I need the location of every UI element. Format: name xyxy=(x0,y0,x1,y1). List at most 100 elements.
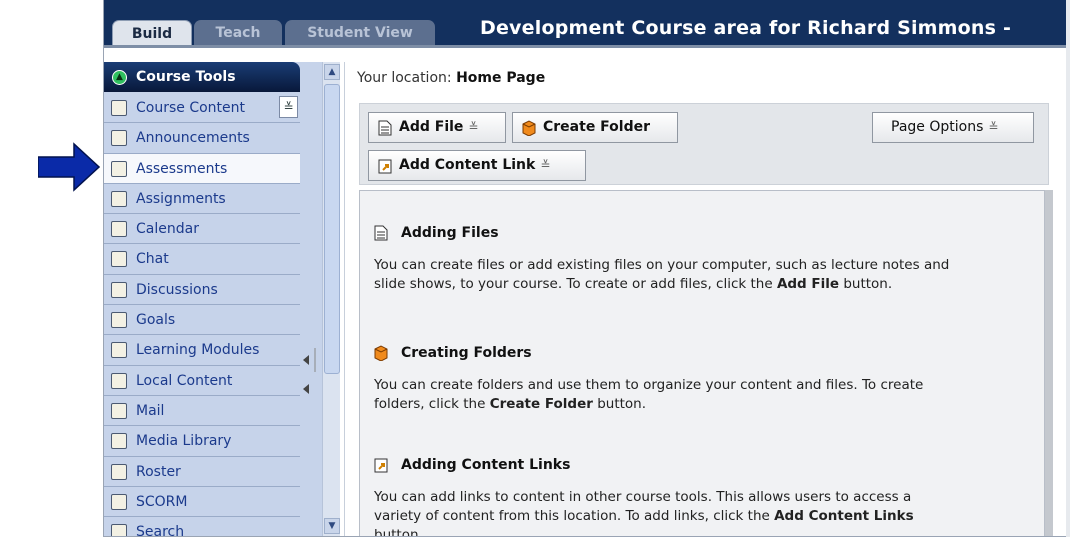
lms-window: Build Teach Student View Development Cou… xyxy=(103,0,1070,537)
content-scrollbar[interactable] xyxy=(1045,190,1053,536)
location-value[interactable]: Home Page xyxy=(456,70,545,86)
search-icon xyxy=(111,524,127,536)
sidebar-item-media-library[interactable]: Media Library xyxy=(104,426,300,457)
breadcrumb: Your location: Home Page xyxy=(357,70,545,86)
sidebar-item-label: Discussions xyxy=(136,281,218,298)
section-creating-folders: Creating Folders You can create folders … xyxy=(374,342,954,414)
calendar-icon xyxy=(111,221,127,238)
scroll-up-icon[interactable]: ▲ xyxy=(324,64,340,80)
assignment-icon xyxy=(111,190,127,207)
sidebar-item-search[interactable]: Search xyxy=(104,517,300,537)
sidebar-item-assignments[interactable]: Assignments xyxy=(104,183,300,215)
collapse-sidebar-handle-icon[interactable] xyxy=(300,340,322,400)
sidebar-item-goals[interactable]: Goals xyxy=(104,305,300,336)
window-edge-scrollbar[interactable] xyxy=(1066,0,1070,537)
sidebar-item-label: Assessments xyxy=(136,160,228,177)
location-prefix: Your location: xyxy=(357,70,452,86)
home-icon xyxy=(111,100,127,116)
sidebar-item-course-content[interactable]: Course Content ≚ xyxy=(104,93,300,124)
create-folder-button[interactable]: Create Folder xyxy=(512,112,678,143)
sidebar-item-label: SCORM xyxy=(136,493,188,510)
sidebar-item-label: Announcements xyxy=(136,130,250,147)
sidebar-item-learning-modules[interactable]: Learning Modules xyxy=(104,335,300,366)
top-navigation-bar: Build Teach Student View Development Cou… xyxy=(104,0,1070,48)
sidebar-item-label: Mail xyxy=(136,402,165,419)
page-options-button[interactable]: Page Options ≚ xyxy=(872,112,1034,143)
section-description: You can add links to content in other co… xyxy=(374,488,954,537)
sidebar-item-label: Learning Modules xyxy=(136,342,260,359)
chevron-down-icon[interactable]: ≚ xyxy=(279,96,298,118)
course-tools-header[interactable]: ▲ Course Tools xyxy=(104,62,300,92)
mail-icon xyxy=(111,402,127,419)
dropdown-caret-icon: ≚ xyxy=(988,120,999,134)
course-tools-title: Course Tools xyxy=(136,69,236,85)
add-content-link-label: Add Content Link xyxy=(399,157,536,173)
annotation-arrow-icon xyxy=(38,142,100,192)
section-description: You can create files or add existing fil… xyxy=(374,256,954,294)
main-content-area: Your location: Home Page Add File ≚ Creat… xyxy=(344,62,1070,537)
sidebar-item-label: Search xyxy=(136,524,185,537)
sidebar-item-calendar[interactable]: Calendar xyxy=(104,214,300,245)
sidebar-item-scorm[interactable]: SCORM xyxy=(104,486,300,518)
section-title: Adding Files xyxy=(374,222,954,246)
collapse-up-icon[interactable]: ▲ xyxy=(112,70,127,85)
section-tail: button. xyxy=(839,276,893,292)
sidebar-item-label: Goals xyxy=(136,312,176,329)
chat-icon xyxy=(111,251,127,268)
section-strong: Add File xyxy=(776,276,840,292)
tab-student-view[interactable]: Student View xyxy=(285,20,435,45)
file-icon xyxy=(374,225,388,241)
section-title: Adding Content Links xyxy=(374,454,954,478)
scroll-down-icon[interactable]: ▼ xyxy=(324,518,340,534)
media-icon xyxy=(111,433,127,450)
disc-icon xyxy=(111,372,127,389)
sidebar-item-discussions[interactable]: Discussions xyxy=(104,274,300,306)
course-tools-sidebar: ▲ Course Tools Course Content ≚ Announceme… xyxy=(104,62,322,537)
pin-icon xyxy=(111,281,127,298)
sidebar-item-label: Chat xyxy=(136,251,169,268)
folder-icon xyxy=(522,120,536,136)
sidebar-item-label: Course Content xyxy=(136,100,246,116)
section-description: You can create folders and use them to o… xyxy=(374,376,954,414)
section-title-text: Adding Files xyxy=(401,225,499,241)
section-tail: button. xyxy=(374,527,423,537)
dropdown-caret-icon: ≚ xyxy=(468,120,479,134)
sidebar-scrollbar[interactable]: ▲ ▼ xyxy=(322,62,340,536)
add-content-link-button[interactable]: Add Content Link ≚ xyxy=(368,150,586,181)
tab-build[interactable]: Build xyxy=(112,20,192,45)
add-file-button[interactable]: Add File ≚ xyxy=(368,112,506,143)
dropdown-caret-icon: ≚ xyxy=(540,158,551,172)
sidebar-item-roster[interactable]: Roster xyxy=(104,456,300,487)
scrollbar-thumb[interactable] xyxy=(324,84,340,374)
people-icon xyxy=(111,463,127,480)
sidebar-item-announcements[interactable]: Announcements xyxy=(104,123,300,154)
section-strong: Create Folder xyxy=(489,396,593,412)
sidebar-item-mail[interactable]: Mail xyxy=(104,395,300,427)
create-folder-label: Create Folder xyxy=(543,119,651,135)
sidebar-item-label: Roster xyxy=(136,463,181,480)
module-icon xyxy=(111,342,127,359)
tab-teach[interactable]: Teach xyxy=(194,20,282,45)
sidebar-item-assessments[interactable]: Assessments xyxy=(104,153,300,184)
section-title: Creating Folders xyxy=(374,342,954,366)
scorm-icon xyxy=(111,493,127,510)
link-icon xyxy=(378,159,392,174)
add-file-label: Add File xyxy=(399,119,464,135)
tool-list: Course Content ≚ Announcements Assessments A… xyxy=(104,93,300,537)
folder-icon xyxy=(374,345,388,361)
page-options-label: Page Options xyxy=(891,119,984,135)
file-icon xyxy=(378,120,392,136)
section-text: You can create folders and use them to o… xyxy=(374,377,924,412)
section-tail: button. xyxy=(592,396,647,412)
course-title: Development Course area for Richard Simm… xyxy=(480,17,1012,39)
sidebar-item-label: Calendar xyxy=(136,221,199,238)
assessment-icon xyxy=(111,160,127,177)
sidebar-item-chat[interactable]: Chat xyxy=(104,244,300,275)
sidebar-item-local-content[interactable]: Local Content xyxy=(104,365,300,396)
goals-icon xyxy=(111,312,127,329)
section-adding-files: Adding Files You can create files or add… xyxy=(374,222,954,294)
sidebar-item-label: Local Content xyxy=(136,372,233,389)
sidebar-item-label: Assignments xyxy=(136,190,226,207)
sidebar-item-label: Media Library xyxy=(136,433,232,450)
section-adding-content-links: Adding Content Links You can add links t… xyxy=(374,454,954,537)
